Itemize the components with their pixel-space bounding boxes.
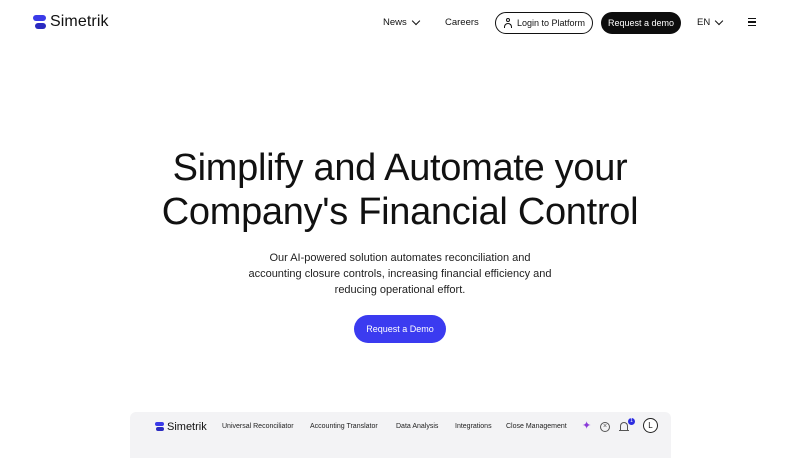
hero-title: Simplify and Automate your Company's Fin… xyxy=(0,146,800,234)
sparkle-icon[interactable]: ✦ xyxy=(582,421,591,432)
hero-subtitle-line2: accounting closure controls, increasing … xyxy=(248,268,552,280)
close-circle-icon[interactable]: × xyxy=(600,422,610,432)
simetrik-logo-icon xyxy=(33,14,46,31)
hamburger-menu-icon[interactable] xyxy=(748,18,756,26)
app-nav-integrations[interactable]: Integrations xyxy=(455,423,492,430)
nav-news[interactable]: News xyxy=(383,16,421,28)
simetrik-logo-icon xyxy=(155,421,164,433)
app-preview: Simetrik Universal Reconciliator Account… xyxy=(130,412,671,458)
notification-badge: 1 xyxy=(628,418,635,425)
app-preview-logo-text: Simetrik xyxy=(167,421,207,433)
app-nav-close-management[interactable]: Close Management xyxy=(506,423,567,430)
language-label: EN xyxy=(697,17,711,28)
hero-request-demo-button[interactable]: Request a Demo xyxy=(354,315,446,343)
hero-subtitle-line1: Our AI-powered solution automates reconc… xyxy=(269,252,531,264)
user-icon xyxy=(503,18,513,28)
language-selector[interactable]: EN xyxy=(697,16,724,28)
hero-title-line2: Company's Financial Control xyxy=(161,191,639,233)
app-nav-universal-reconciliator[interactable]: Universal Reconciliator xyxy=(222,423,294,430)
login-button-label: Login to Platform xyxy=(516,18,586,28)
login-button[interactable]: Login to Platform xyxy=(495,12,593,34)
hero-subtitle-line3: reducing operational effort. xyxy=(334,284,466,296)
avatar[interactable]: L xyxy=(643,418,658,433)
nav-news-label: News xyxy=(383,17,407,28)
app-nav-accounting-translator[interactable]: Accounting Translator xyxy=(310,423,378,430)
nav-careers-label: Careers xyxy=(445,17,479,28)
site-header: Simetrik News Careers Login to Platform … xyxy=(0,0,800,46)
request-demo-button[interactable]: Request a demo xyxy=(601,12,681,34)
chevron-down-icon xyxy=(714,16,724,26)
app-nav-data-analysis[interactable]: Data Analysis xyxy=(396,423,438,430)
hero-title-line1: Simplify and Automate your xyxy=(172,147,628,189)
logo-text: Simetrik xyxy=(50,13,109,30)
chevron-down-icon xyxy=(411,16,421,26)
hero-subtitle: Our AI-powered solution automates reconc… xyxy=(0,250,800,298)
nav-careers[interactable]: Careers xyxy=(445,17,479,28)
app-preview-logo[interactable]: Simetrik xyxy=(155,421,207,433)
app-preview-navbar: Simetrik Universal Reconciliator Account… xyxy=(130,412,671,442)
simetrik-logo[interactable]: Simetrik xyxy=(33,13,109,31)
